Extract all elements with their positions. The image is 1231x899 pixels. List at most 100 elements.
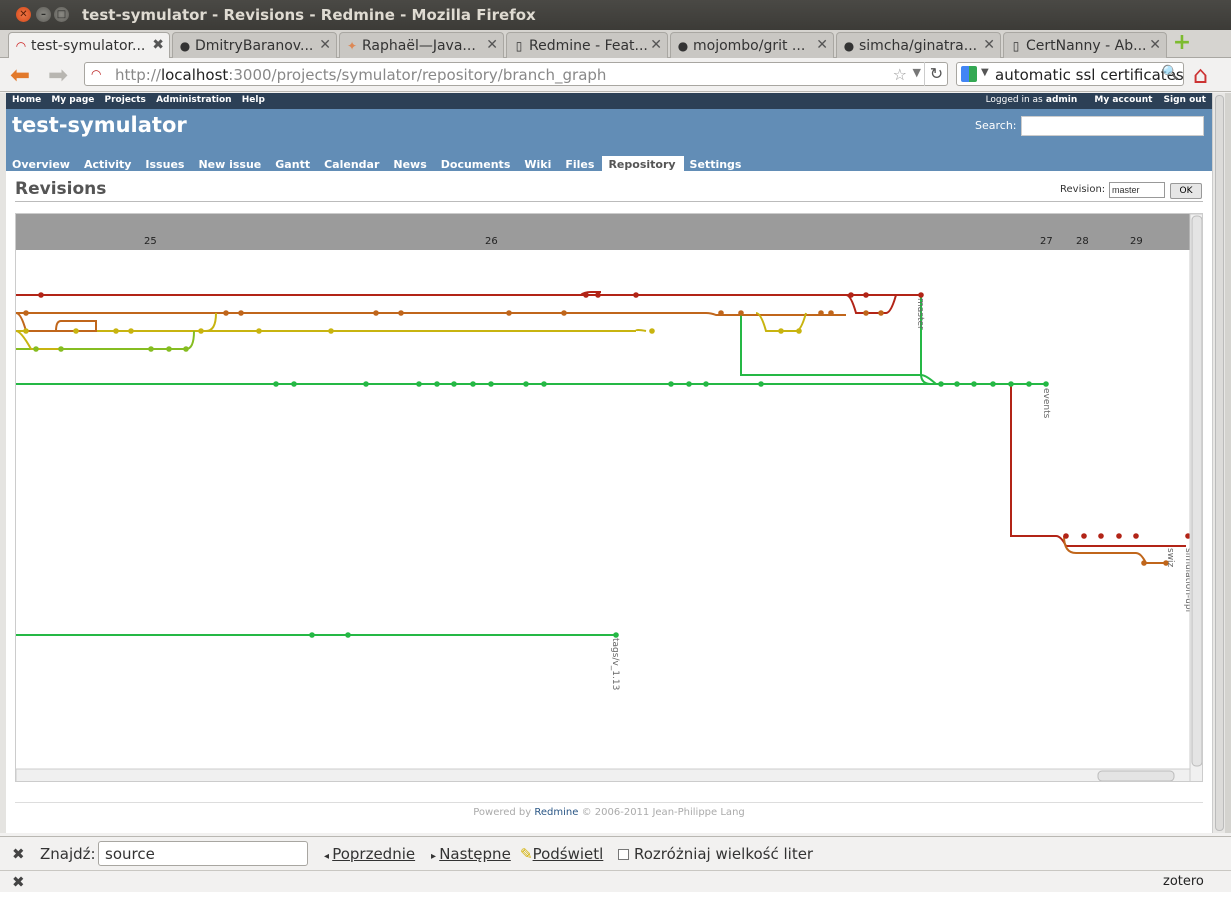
page-vscroll-thumb[interactable] (1215, 95, 1224, 831)
commit-dot[interactable] (796, 328, 802, 334)
commit-dot[interactable] (613, 632, 619, 638)
commit-dot[interactable] (223, 310, 229, 316)
home-icon[interactable]: ⌂ (1193, 61, 1208, 89)
find-input[interactable]: source (98, 841, 308, 866)
branch-graph[interactable]: 25 26 27 28 29 master events swiz simula… (15, 213, 1203, 782)
close-tab-icon[interactable]: ✕ (486, 37, 498, 53)
commit-dot[interactable] (506, 310, 512, 316)
commit-dot[interactable] (23, 328, 29, 334)
graph-hscrollbar[interactable] (16, 768, 1191, 782)
commit-dot[interactable] (918, 292, 924, 298)
commit-dot[interactable] (38, 292, 44, 298)
back-arrow-icon[interactable]: ⬅ (10, 63, 30, 87)
top-link-administration[interactable]: Administration (156, 95, 232, 105)
commit-dot[interactable] (309, 632, 315, 638)
menu-activity[interactable]: Activity (78, 156, 139, 174)
commit-dot[interactable] (398, 310, 404, 316)
commit-dot[interactable] (363, 381, 369, 387)
commit-dot[interactable] (738, 310, 744, 316)
tab-dmitry[interactable]: ● DmitryBaranov... ✕ (172, 32, 337, 58)
find-previous-button[interactable]: ◂ Poprzednie (324, 845, 415, 863)
window-minimize-icon[interactable]: – (36, 7, 51, 22)
new-tab-icon[interactable]: + (1170, 32, 1194, 55)
commit-dot[interactable] (971, 381, 977, 387)
highlight-button[interactable]: ✎Podświetl (520, 845, 603, 863)
menu-wiki[interactable]: Wiki (518, 156, 559, 174)
commit-dot[interactable] (451, 381, 457, 387)
commit-dot[interactable] (686, 381, 692, 387)
close-addon-bar-icon[interactable]: ✖ (12, 873, 25, 891)
menu-files[interactable]: Files (559, 156, 602, 174)
top-link-projects[interactable]: Projects (105, 95, 146, 105)
top-link-help[interactable]: Help (242, 95, 265, 105)
logged-in-user-link[interactable]: admin (1046, 95, 1077, 105)
commit-dot[interactable] (1116, 533, 1122, 539)
commit-dot[interactable] (878, 310, 884, 316)
google-icon[interactable] (961, 66, 977, 82)
sign-out-link[interactable]: Sign out (1164, 95, 1206, 105)
commit-dot[interactable] (273, 381, 279, 387)
menu-repository[interactable]: Repository (602, 156, 684, 174)
commit-dot[interactable] (1133, 533, 1139, 539)
find-next-button[interactable]: ▸ Następne (431, 845, 511, 863)
tab-ginatra[interactable]: ● simcha/ginatra... ✕ (836, 32, 1001, 58)
commit-dot[interactable] (1098, 533, 1104, 539)
commit-dot[interactable] (33, 346, 39, 352)
project-title[interactable]: test-symulator (12, 113, 187, 137)
tab-raphael[interactable]: ✦ Raphaël—Java... ✕ (339, 32, 504, 58)
commit-dot[interactable] (990, 381, 996, 387)
commit-dot[interactable] (1081, 533, 1087, 539)
my-account-link[interactable]: My account (1094, 95, 1152, 105)
commit-dot[interactable] (166, 346, 172, 352)
window-close-icon[interactable]: ✕ (16, 7, 31, 22)
close-tab-icon[interactable]: ✖ (152, 37, 164, 53)
project-search-input[interactable] (1021, 116, 1204, 136)
commit-dot[interactable] (488, 381, 494, 387)
commit-dot[interactable] (128, 328, 134, 334)
commit-dot[interactable] (954, 381, 960, 387)
menu-calendar[interactable]: Calendar (318, 156, 387, 174)
menu-overview[interactable]: Overview (6, 156, 78, 174)
close-tab-icon[interactable]: ✕ (1149, 37, 1161, 53)
match-case-checkbox[interactable]: Rozróżniaj wielkość liter (618, 845, 813, 863)
commit-dot[interactable] (73, 328, 79, 334)
bookmark-star-icon[interactable]: ☆ (893, 65, 907, 84)
close-find-icon[interactable]: ✖ (12, 845, 25, 863)
commit-dot[interactable] (863, 292, 869, 298)
commit-dot[interactable] (595, 292, 601, 298)
commit-dot[interactable] (345, 632, 351, 638)
commit-dot[interactable] (1008, 381, 1014, 387)
url-dropdown-icon[interactable]: ▼ (913, 66, 921, 79)
revision-input[interactable] (1109, 182, 1165, 198)
commit-dot[interactable] (113, 328, 119, 334)
commit-dot[interactable] (938, 381, 944, 387)
commit-dot[interactable] (583, 292, 589, 298)
zotero-label[interactable]: zotero (1163, 874, 1204, 889)
menu-news[interactable]: News (387, 156, 434, 174)
close-tab-icon[interactable]: ✕ (319, 37, 331, 53)
checkbox-icon[interactable] (618, 849, 629, 860)
commit-dot[interactable] (470, 381, 476, 387)
tab-redmine-symulator[interactable]: ◠ test-symulator... ✖ (8, 32, 170, 59)
top-link-home[interactable]: Home (12, 95, 41, 105)
footer-redmine-link[interactable]: Redmine (534, 807, 578, 818)
page-vscrollbar[interactable] (1212, 93, 1225, 833)
commit-dot[interactable] (238, 310, 244, 316)
commit-dot[interactable] (198, 328, 204, 334)
commit-dot[interactable] (649, 328, 655, 334)
forward-arrow-icon[interactable]: ➡ (48, 63, 68, 87)
commit-dot[interactable] (373, 310, 379, 316)
web-search-input[interactable]: ▼ automatic ssl certificates 🔍 (956, 62, 1184, 86)
commit-dot[interactable] (291, 381, 297, 387)
reload-icon[interactable]: ↻ (924, 62, 948, 86)
close-tab-icon[interactable]: ✕ (650, 37, 662, 53)
commit-dot[interactable] (523, 381, 529, 387)
graph-vscroll-thumb[interactable] (1191, 215, 1202, 767)
branch-graph-svg[interactable]: 25 26 27 28 29 master events swiz simula… (16, 214, 1203, 782)
top-link-my-page[interactable]: My page (51, 95, 94, 105)
commit-dot[interactable] (703, 381, 709, 387)
close-tab-icon[interactable]: ✕ (983, 37, 995, 53)
menu-issues[interactable]: Issues (139, 156, 192, 174)
commit-dot[interactable] (778, 328, 784, 334)
commit-dot[interactable] (183, 346, 189, 352)
